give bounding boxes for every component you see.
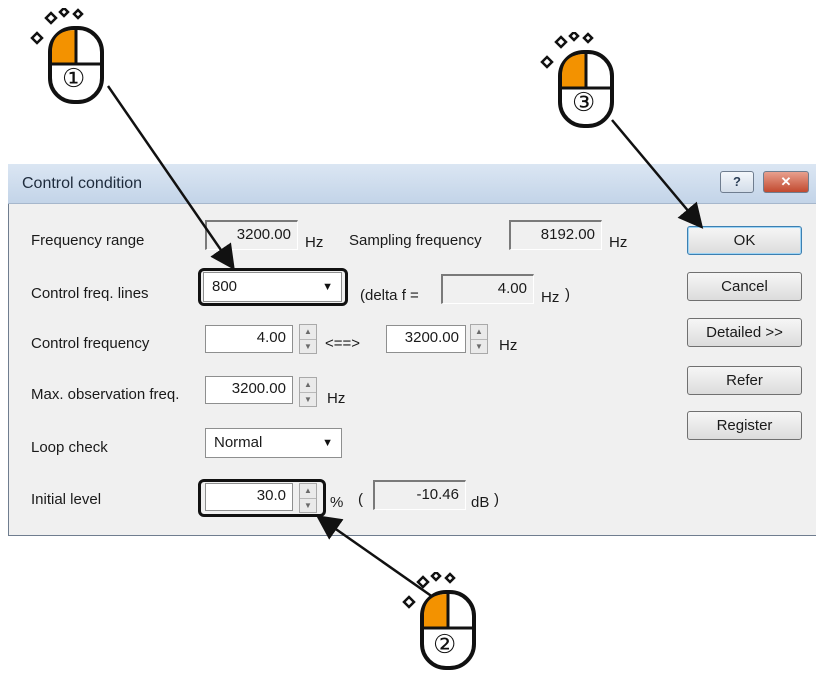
step-3-number: ③ [572, 88, 596, 118]
arrow-step3 [611, 119, 704, 229]
step-1-number: ① [62, 64, 86, 94]
arrow-step1 [106, 85, 235, 271]
step-2-number: ② [433, 630, 457, 660]
